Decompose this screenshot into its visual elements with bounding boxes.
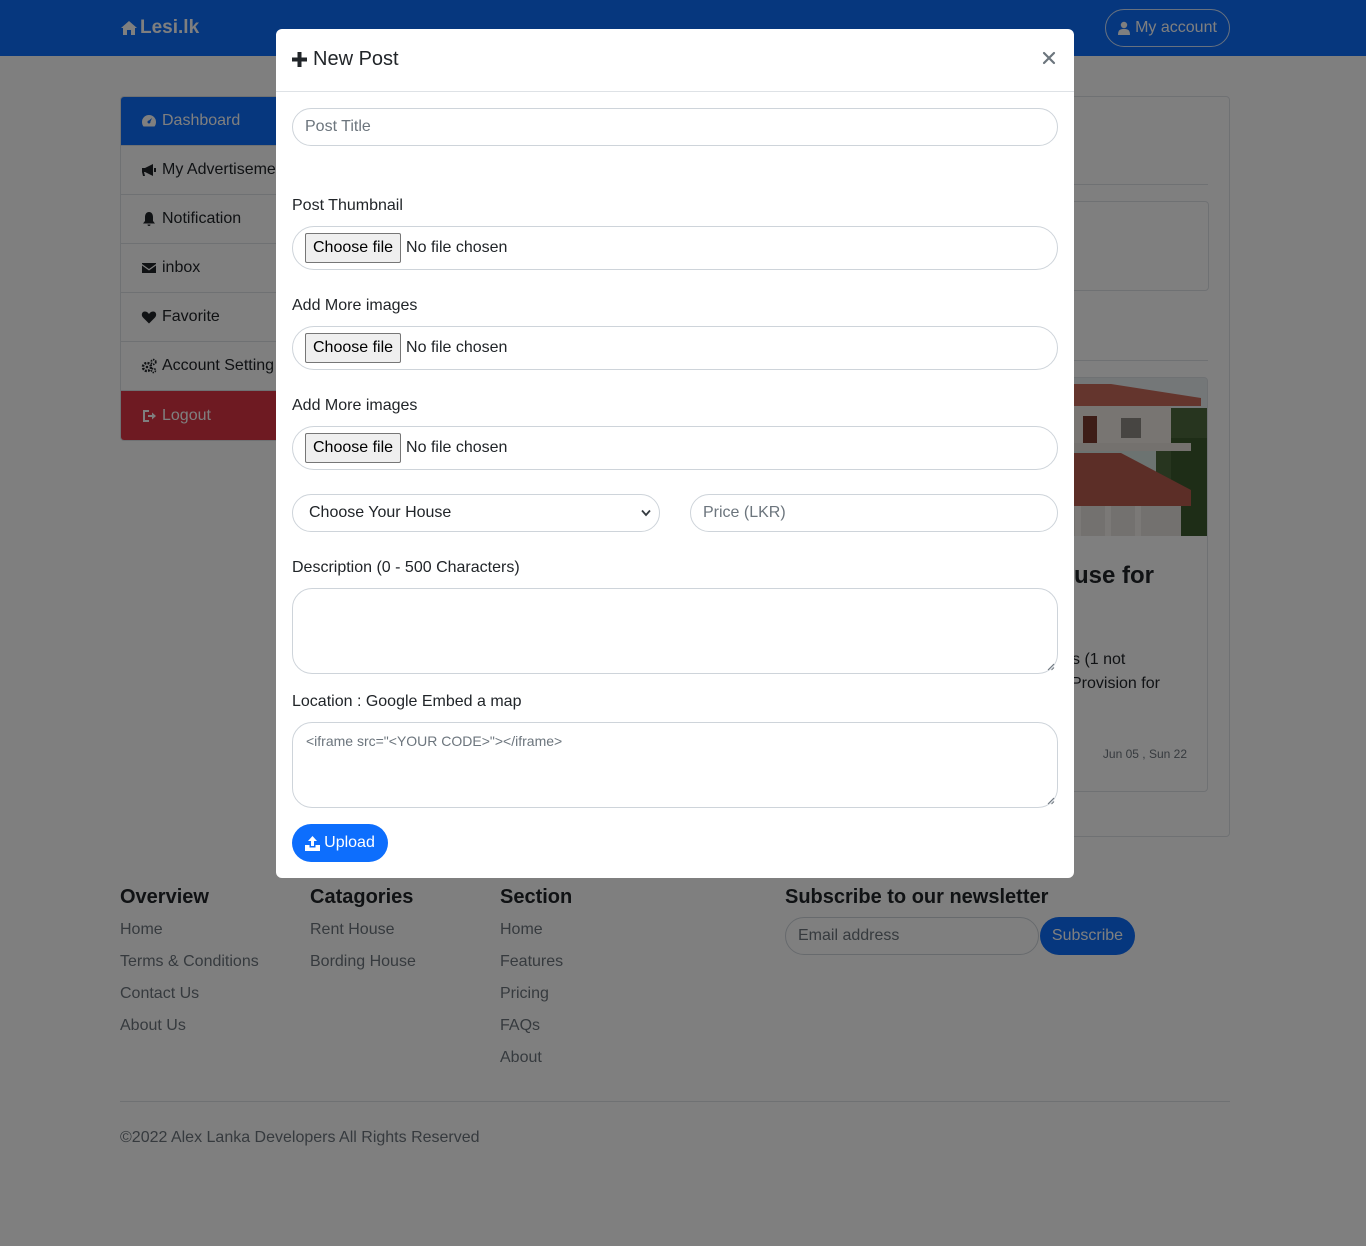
upload-label: Upload <box>324 834 375 851</box>
more-images-label: Add More images <box>292 397 418 414</box>
house-select[interactable]: Choose Your House <box>292 494 660 532</box>
more-images-file-input-1[interactable]: Choose file No file chosen <box>292 326 1058 370</box>
close-icon <box>1042 51 1056 65</box>
upload-icon <box>305 835 321 851</box>
new-post-modal: New Post Post Title Post Thumbnail Choos… <box>276 29 1074 878</box>
price-input[interactable]: Price (LKR) <box>690 494 1058 532</box>
location-placeholder: <iframe src="<YOUR CODE>"></iframe> <box>306 733 563 749</box>
post-title-input[interactable]: Post Title <box>292 108 1058 146</box>
file-status: No file chosen <box>406 439 508 456</box>
file-status: No file chosen <box>406 339 508 356</box>
post-title-placeholder: Post Title <box>305 118 371 135</box>
post-thumbnail-label: Post Thumbnail <box>292 197 403 214</box>
more-images-label: Add More images <box>292 297 418 314</box>
upload-button[interactable]: Upload <box>292 824 388 862</box>
post-thumbnail-file-input[interactable]: Choose file No file chosen <box>292 226 1058 270</box>
choose-file-button[interactable]: Choose file <box>305 433 402 463</box>
price-placeholder: Price (LKR) <box>703 504 786 521</box>
location-label: Location : Google Embed a map <box>292 693 522 710</box>
modal-title-text: New Post <box>313 48 399 70</box>
modal-header: New Post <box>276 29 1074 92</box>
location-textarea[interactable]: <iframe src="<YOUR CODE>"></iframe> <box>292 722 1058 808</box>
resize-handle-icon[interactable] <box>1047 797 1055 805</box>
modal-title: New Post <box>292 48 399 71</box>
file-status: No file chosen <box>406 239 508 256</box>
chevron-down-icon <box>641 509 651 517</box>
resize-handle-icon[interactable] <box>1047 663 1055 671</box>
description-label: Description (0 - 500 Characters) <box>292 559 520 576</box>
house-select-value: Choose Your House <box>309 504 452 521</box>
description-textarea[interactable] <box>292 588 1058 674</box>
close-button[interactable] <box>1040 49 1058 67</box>
plus-icon <box>292 52 307 67</box>
choose-file-button[interactable]: Choose file <box>305 233 402 263</box>
choose-file-button[interactable]: Choose file <box>305 333 402 363</box>
more-images-file-input-2[interactable]: Choose file No file chosen <box>292 426 1058 470</box>
